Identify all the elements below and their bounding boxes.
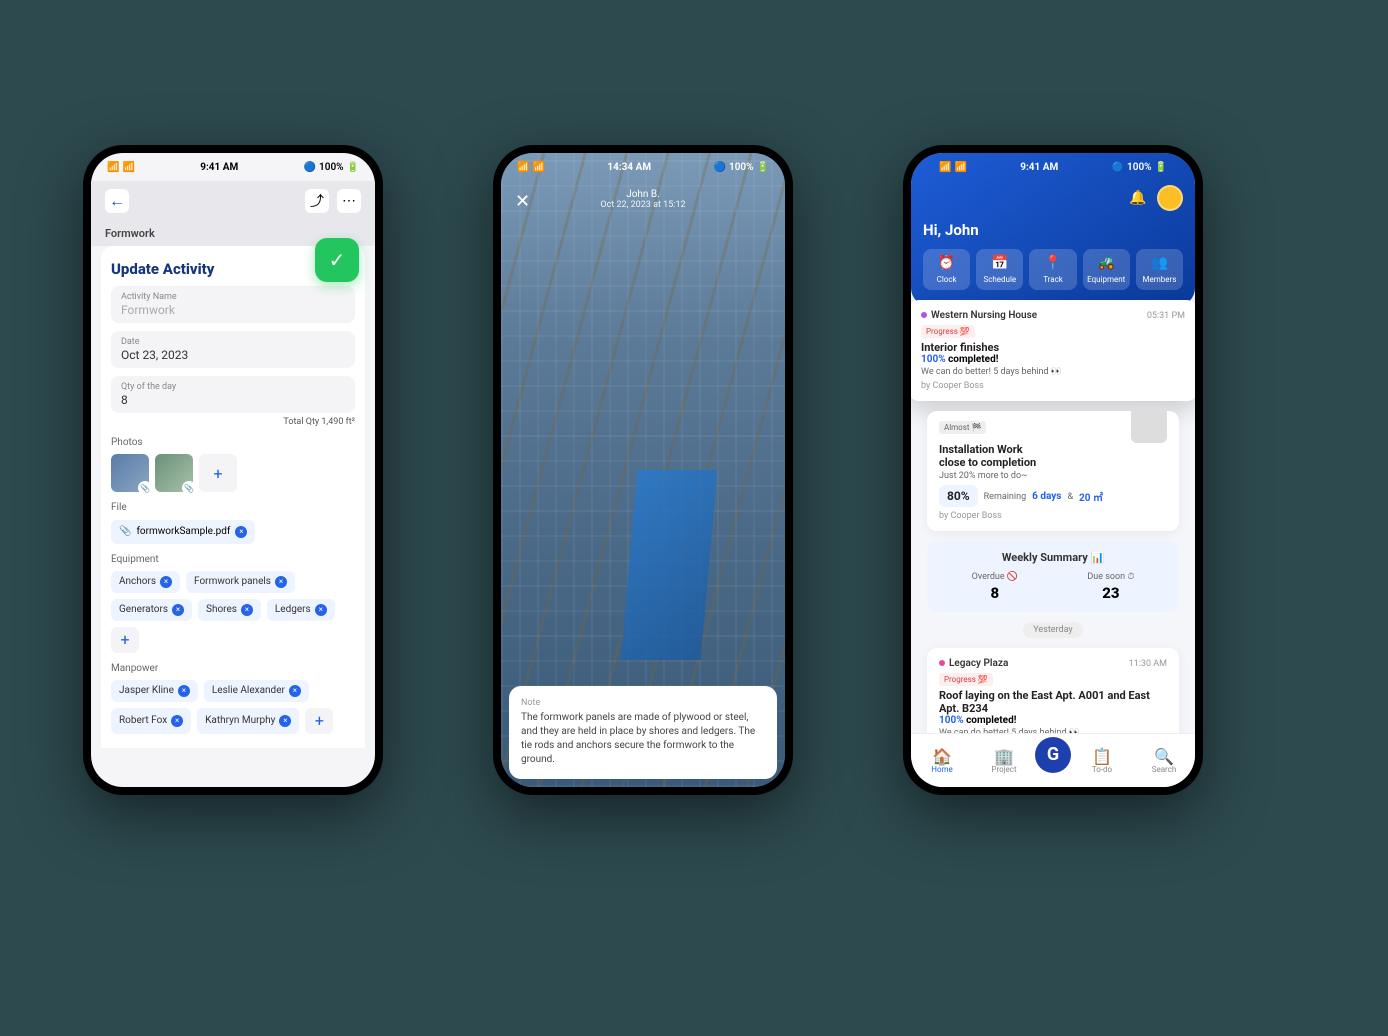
quick-action-clock[interactable]: ⏰Clock [923, 249, 970, 290]
status-time: 9:41 AM [1020, 162, 1058, 173]
status-bar: 📶📶 14:34 AM 🔵100%🔋 [501, 153, 785, 181]
day-separator: Yesterday [1023, 622, 1082, 638]
status-bar: 📶📶 9:41 AM 🔵100%🔋 [923, 153, 1183, 181]
activity-name-field[interactable]: Activity Name Formwork [111, 286, 355, 323]
manpower-chip[interactable]: Robert Fox× [111, 708, 191, 734]
quick-action-equipment[interactable]: 🚜Equipment [1083, 249, 1130, 290]
add-manpower-button[interactable]: + [305, 708, 333, 734]
to-do-icon: 📋 [1071, 747, 1133, 765]
progress-tag: Progress 💯 [921, 325, 975, 338]
manpower-chips: Jasper Kline× Leslie Alexander× Robert Fox… [111, 680, 355, 734]
phone-update-activity: 📶📶 9:41 AM 🔵100%🔋 ← ⤴ ⋯ Formwork Update … [83, 145, 383, 795]
phone-photo-detail: 📶📶 14:34 AM 🔵100%🔋 ✕ John B. Oct 22, 202… [493, 145, 793, 795]
status-time: 14:34 AM [607, 162, 651, 173]
bottom-nav: 🏠Home🏢ProjectG📋To-do🔍Search [911, 733, 1195, 787]
remove-chip-icon[interactable]: × [171, 715, 183, 727]
clock-icon: ⏰ [925, 255, 968, 273]
total-qty: Total Qty 1,490 ft² [111, 417, 355, 427]
manpower-chip[interactable]: Jasper Kline× [111, 680, 198, 702]
photos-label: Photos [111, 437, 355, 448]
quick-action-track[interactable]: 📍Track [1029, 249, 1076, 290]
status-bar: 📶📶 9:41 AM 🔵100%🔋 [91, 153, 375, 181]
phone-home-feed: 📶📶 9:41 AM 🔵100%🔋 🔔 Hi, John ⏰Clock📅Sche… [903, 145, 1203, 795]
remove-chip-icon[interactable]: × [160, 576, 172, 588]
note-label: Note [521, 698, 765, 708]
remove-chip-icon[interactable]: × [241, 604, 253, 616]
equipment-chip[interactable]: Formwork panels× [186, 571, 295, 593]
almost-tag: Almost 🏁 [939, 421, 986, 434]
schedule-icon: 📅 [978, 255, 1021, 273]
track-icon: 📍 [1031, 255, 1074, 273]
more-icon[interactable]: ⋯ [337, 189, 361, 213]
nav-fab-button[interactable]: G [1035, 737, 1071, 773]
due-soon-count: 23 [1087, 584, 1134, 602]
equipment-chip[interactable]: Generators× [111, 599, 192, 621]
remove-chip-icon[interactable]: × [315, 604, 327, 616]
remove-chip-icon[interactable]: × [178, 685, 190, 697]
card-thumbnail [1131, 407, 1167, 443]
notification-icon[interactable]: 🔔 [1127, 187, 1149, 209]
attachment-icon: 📎 [182, 481, 196, 495]
nav-to-do[interactable]: 📋To-do [1071, 747, 1133, 774]
attachment-icon: 📎 [138, 481, 152, 495]
paperclip-icon: 📎 [119, 526, 131, 537]
photo-thumbnail[interactable]: 📎 [155, 454, 193, 492]
screen-header: ← ⤴ ⋯ [91, 181, 375, 221]
card-time: 05:31 PM [1147, 311, 1185, 321]
nav-project[interactable]: 🏢Project [973, 747, 1035, 774]
qty-field[interactable]: Qty of the day 8 [111, 376, 355, 413]
equipment-chip[interactable]: Shores× [198, 599, 261, 621]
status-time: 9:41 AM [200, 162, 238, 173]
card-time: 11:30 AM [1129, 659, 1167, 669]
quick-action-schedule[interactable]: 📅Schedule [976, 249, 1023, 290]
remove-chip-icon[interactable]: × [289, 685, 301, 697]
quick-action-members[interactable]: 👥Members [1136, 249, 1183, 290]
equipment-chip[interactable]: Anchors× [111, 571, 180, 593]
feed-card[interactable]: Almost 🏁 Installation Work close to comp… [927, 411, 1179, 531]
weekly-summary: Weekly Summary 📊 Overdue 🚫 8 Due soon ⏱ … [927, 541, 1179, 612]
equipment-icon: 🚜 [1085, 255, 1128, 273]
remove-chip-icon[interactable]: × [279, 715, 291, 727]
file-label: File [111, 502, 355, 513]
file-chip[interactable]: 📎 formworkSample.pdf × [111, 520, 255, 544]
manpower-chip[interactable]: Kathryn Murphy× [197, 708, 299, 734]
back-button[interactable]: ← [105, 189, 129, 213]
remove-chip-icon[interactable]: × [275, 576, 287, 588]
greeting: Hi, John [923, 221, 1183, 239]
feed-card[interactable]: Western Nursing House 05:31 PM Progress … [911, 300, 1195, 401]
date-field[interactable]: Date Oct 23, 2023 [111, 331, 355, 368]
overdue-count: 8 [972, 584, 1018, 602]
confirm-button[interactable]: ✓ [315, 238, 359, 282]
avatar[interactable] [1157, 185, 1183, 211]
search-icon: 🔍 [1133, 747, 1195, 765]
share-icon[interactable]: ⤴ [305, 189, 329, 213]
equipment-chip[interactable]: Ledgers× [267, 599, 335, 621]
photo-thumbnail[interactable]: 📎 [111, 454, 149, 492]
manpower-chip[interactable]: Leslie Alexander× [204, 680, 309, 702]
note-text: The formwork panels are made of plywood … [521, 711, 765, 767]
percent-badge: 80% [939, 485, 978, 507]
note-card: Note The formwork panels are made of ply… [509, 686, 777, 779]
project-icon: 🏢 [973, 747, 1035, 765]
equipment-chips: Anchors× Formwork panels× Generators× Shore… [111, 571, 355, 653]
remove-chip-icon[interactable]: × [172, 604, 184, 616]
remove-file-icon[interactable]: × [235, 526, 247, 538]
close-button[interactable]: ✕ [515, 191, 530, 212]
add-photo-button[interactable]: + [199, 454, 237, 492]
manpower-label: Manpower [111, 663, 355, 674]
progress-tag: Progress 💯 [939, 673, 993, 686]
nav-search[interactable]: 🔍Search [1133, 747, 1195, 774]
add-equipment-button[interactable]: + [111, 627, 139, 653]
quick-actions: ⏰Clock📅Schedule📍Track🚜Equipment👥Members [923, 249, 1183, 290]
members-icon: 👥 [1138, 255, 1181, 273]
home-icon: 🏠 [911, 747, 973, 765]
nav-home[interactable]: 🏠Home [911, 747, 973, 774]
equipment-label: Equipment [111, 554, 355, 565]
photo-meta: John B. Oct 22, 2023 at 15:12 [501, 189, 785, 210]
